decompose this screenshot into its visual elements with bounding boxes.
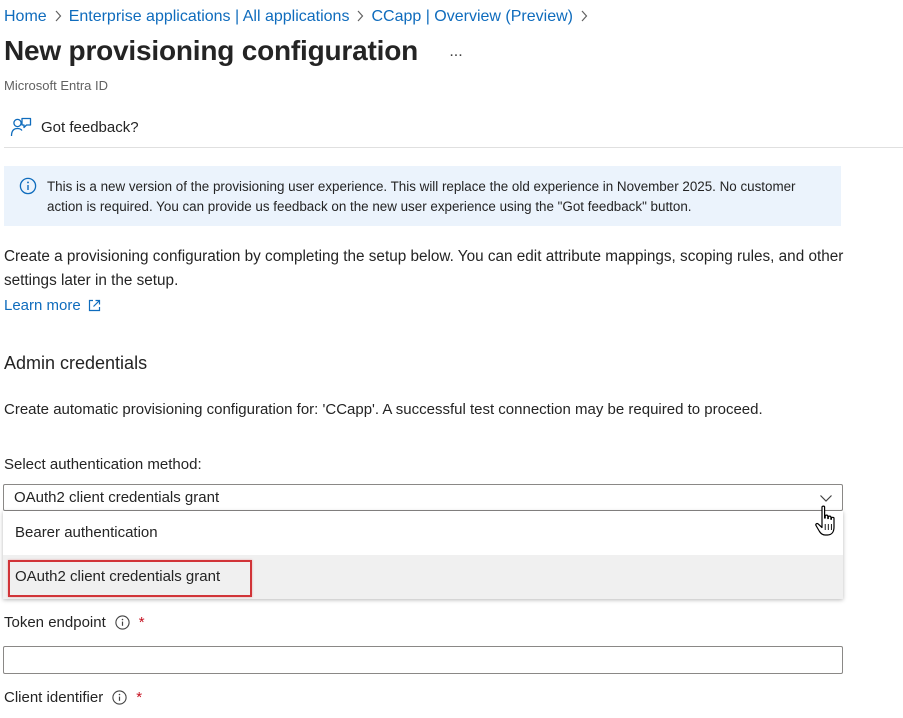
chevron-right-icon: [349, 9, 371, 25]
info-icon[interactable]: [112, 690, 127, 705]
page-subtitle: Microsoft Entra ID: [4, 78, 109, 93]
dropdown-option-bearer[interactable]: Bearer authentication: [3, 511, 843, 555]
client-identifier-label-row: Client identifier *: [4, 689, 142, 706]
admin-credentials-description: Create automatic provisioning configurat…: [4, 401, 763, 418]
page-title: New provisioning configuration: [4, 35, 419, 66]
intro-text: Create a provisioning configuration by c…: [4, 248, 844, 289]
info-icon: [19, 177, 37, 195]
feedback-icon: [10, 117, 32, 137]
auth-method-selected-value: OAuth2 client credentials grant: [14, 489, 220, 506]
breadcrumb: Home Enterprise applications | All appli…: [4, 6, 595, 28]
info-banner: This is a new version of the provisionin…: [4, 166, 841, 226]
token-endpoint-label-row: Token endpoint *: [4, 614, 145, 631]
toolbar-divider: [4, 147, 903, 148]
got-feedback-button[interactable]: Got feedback?: [10, 114, 139, 140]
auth-method-label: Select authentication method:: [4, 456, 202, 473]
external-link-icon: [88, 299, 100, 311]
breadcrumb-ccapp-overview[interactable]: CCapp | Overview (Preview): [371, 8, 573, 26]
info-banner-text: This is a new version of the provisionin…: [47, 179, 796, 214]
feedback-label: Got feedback?: [41, 118, 139, 136]
breadcrumb-enterprise-applications[interactable]: Enterprise applications | All applicatio…: [69, 8, 350, 26]
hand-cursor-icon: [815, 505, 835, 536]
chevron-down-icon: [820, 495, 832, 502]
admin-credentials-heading: Admin credentials: [4, 353, 148, 373]
token-endpoint-label: Token endpoint: [4, 614, 106, 631]
client-identifier-label: Client identifier: [4, 689, 104, 706]
auth-method-select[interactable]: OAuth2 client credentials grant: [3, 484, 843, 511]
auth-method-dropdown: Bearer authentication OAuth2 client cred…: [3, 511, 843, 599]
learn-more-label: Learn more: [4, 296, 81, 314]
required-asterisk: *: [136, 689, 143, 706]
token-endpoint-input[interactable]: [3, 646, 843, 674]
more-options-button[interactable]: ...: [446, 42, 466, 62]
dropdown-option-oauth2[interactable]: OAuth2 client credentials grant: [3, 555, 843, 599]
chevron-right-icon: [47, 9, 69, 25]
required-asterisk: *: [138, 614, 145, 631]
learn-more-link[interactable]: Learn more: [4, 294, 101, 316]
breadcrumb-home[interactable]: Home: [4, 8, 47, 26]
chevron-right-icon: [573, 9, 595, 25]
info-icon[interactable]: [115, 615, 130, 630]
